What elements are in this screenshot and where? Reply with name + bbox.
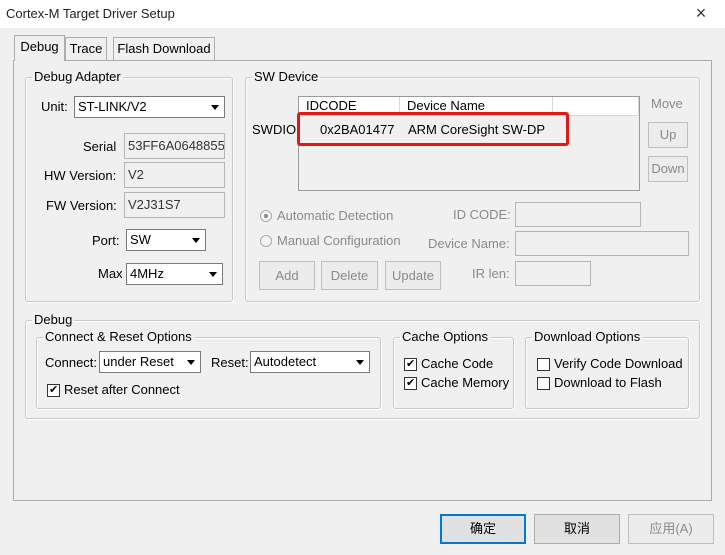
add-button[interactable]: Add: [259, 261, 315, 290]
id-code-label: ID CODE:: [453, 207, 511, 222]
connect-reset-legend: Connect & Reset Options: [45, 329, 192, 344]
max-clock-select[interactable]: 4MHz: [126, 263, 223, 285]
debug-tab-content: Debug Adapter Unit: ST-LINK/V2 Serial 53…: [0, 0, 725, 555]
connect-value: under Reset: [103, 354, 174, 369]
unit-value: ST-LINK/V2: [78, 99, 147, 114]
serial-label: Serial: [83, 139, 117, 154]
manual-configuration-radio[interactable]: [260, 235, 272, 247]
debug-adapter-legend: Debug Adapter: [34, 69, 121, 84]
download-to-flash-checkbox[interactable]: [537, 377, 550, 390]
move-down-button[interactable]: Down: [648, 156, 688, 182]
ir-len-label: IR len:: [472, 266, 510, 281]
port-label: Port:: [92, 233, 120, 248]
download-options-legend: Download Options: [534, 329, 641, 344]
automatic-detection-radio[interactable]: [260, 210, 272, 222]
unit-label: Unit:: [41, 99, 68, 114]
chevron-down-icon: [188, 231, 204, 249]
cache-code-label: Cache Code: [421, 356, 494, 371]
fw-version-field: V2J31S7: [124, 192, 225, 218]
move-up-button[interactable]: Up: [648, 122, 688, 148]
verify-code-download-checkbox[interactable]: [537, 358, 550, 371]
reset-after-connect-label: Reset after Connect: [64, 382, 180, 397]
port-select[interactable]: SW: [126, 229, 206, 251]
swdio-label: SWDIO: [252, 122, 297, 137]
chevron-down-icon: [183, 353, 199, 371]
ir-len-input[interactable]: [515, 261, 591, 286]
serial-field: 53FF6A06488552: [124, 133, 225, 159]
reset-after-connect-checkbox[interactable]: [47, 383, 60, 397]
cache-memory-label: Cache Memory: [421, 375, 510, 390]
reset-label: Reset:: [211, 355, 249, 370]
automatic-detection-label: Automatic Detection: [277, 208, 394, 223]
update-button[interactable]: Update: [385, 261, 441, 290]
move-label: Move: [651, 96, 683, 111]
sw-device-legend: SW Device: [254, 69, 319, 84]
hw-version-label: HW Version:: [44, 168, 117, 183]
cache-options-legend: Cache Options: [402, 329, 488, 344]
chevron-down-icon: [352, 353, 368, 371]
connect-label: Connect:: [45, 355, 98, 370]
hw-version-field: V2: [124, 162, 225, 188]
cache-code-checkbox[interactable]: [404, 357, 417, 371]
manual-configuration-label: Manual Configuration: [277, 233, 401, 248]
device-name-label: Device Name:: [428, 236, 510, 251]
id-code-input[interactable]: [515, 202, 641, 227]
debug-legend: Debug: [34, 312, 73, 327]
highlight-annotation: [297, 112, 569, 146]
unit-select[interactable]: ST-LINK/V2: [74, 96, 225, 118]
reset-value: Autodetect: [254, 354, 317, 369]
device-name-input[interactable]: [515, 231, 689, 256]
connect-select[interactable]: under Reset: [99, 351, 201, 373]
cache-memory-checkbox[interactable]: [404, 376, 417, 390]
reset-select[interactable]: Autodetect: [250, 351, 370, 373]
verify-code-download-label: Verify Code Download: [554, 356, 683, 371]
fw-version-label: FW Version:: [46, 198, 117, 213]
max-clock-value: 4MHz: [130, 266, 164, 281]
download-to-flash-label: Download to Flash: [554, 375, 662, 390]
chevron-down-icon: [205, 265, 221, 283]
max-clock-label: Max: [98, 266, 123, 281]
chevron-down-icon: [207, 98, 223, 116]
delete-button[interactable]: Delete: [321, 261, 378, 290]
port-value: SW: [130, 232, 151, 247]
